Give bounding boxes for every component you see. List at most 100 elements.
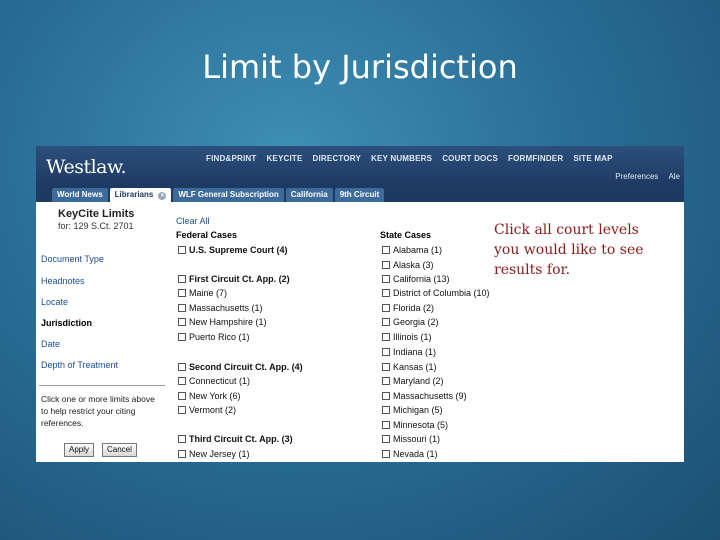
case-checkbox-row[interactable]: Vermont (2) — [178, 405, 236, 415]
checkbox-label: Indiana (1) — [393, 347, 437, 357]
case-checkbox-row[interactable]: Puerto Rico (1) — [178, 332, 250, 342]
checkbox-label: Alabama (1) — [393, 245, 443, 255]
case-checkbox-row[interactable]: Florida (2) — [382, 303, 434, 313]
case-checkbox-row[interactable]: Missouri (1) — [382, 434, 440, 444]
nav-keycite[interactable]: KEYCITE — [266, 154, 302, 163]
checkbox-label: Puerto Rico (1) — [189, 332, 250, 342]
checkbox[interactable] — [178, 392, 186, 400]
checkbox[interactable] — [178, 246, 186, 254]
sidebar-help-text: Click one or more limits above to help r… — [41, 394, 155, 428]
case-checkbox-row[interactable]: Connecticut (1) — [178, 376, 250, 386]
close-tab-icon[interactable]: × — [158, 192, 167, 200]
checkbox[interactable] — [382, 304, 390, 312]
apply-button[interactable]: Apply — [64, 443, 95, 457]
checkbox[interactable] — [178, 377, 186, 385]
sidebar-link-jurisdiction: Jurisdiction — [41, 318, 93, 328]
sidebar-link-document-type[interactable]: Document Type — [41, 254, 104, 264]
sidebar-link-date[interactable]: Date — [41, 339, 60, 349]
checkbox[interactable] — [382, 275, 390, 283]
top-nav: FIND&PRINT KEYCITE DIRECTORY KEY NUMBERS… — [206, 154, 613, 163]
checkbox-label: Maryland (2) — [393, 376, 444, 386]
checkbox-label: Minnesota (5) — [393, 420, 449, 430]
tab-wlf-general[interactable]: WLF General Subscription — [173, 188, 284, 202]
clear-all-link[interactable]: Clear All — [176, 216, 210, 226]
nav-key-numbers[interactable]: KEY NUMBERS — [371, 154, 432, 163]
case-checkbox-row[interactable]: Michigan (5) — [382, 405, 443, 415]
case-checkbox-row[interactable]: Alabama (1) — [382, 245, 442, 255]
case-checkbox-row[interactable]: New York (6) — [178, 391, 241, 401]
preferences-link[interactable]: Preferences — [615, 172, 658, 181]
checkbox[interactable] — [382, 450, 390, 458]
checkbox-label: Georgia (2) — [393, 317, 439, 327]
checkbox-label: Alaska (3) — [393, 260, 434, 270]
sidebar-link-headnotes[interactable]: Headnotes — [41, 276, 85, 286]
checkbox[interactable] — [178, 304, 186, 312]
checkbox[interactable] — [382, 363, 390, 371]
keycite-sidebar: KeyCite Limits for: 129 S.Ct. 2701 Docum… — [36, 202, 168, 462]
case-checkbox-row[interactable]: First Circuit Ct. App. (2) — [178, 274, 290, 284]
checkbox[interactable] — [382, 348, 390, 356]
header-right-links: Preferences Ale — [615, 172, 680, 181]
tab-world-news[interactable]: World News — [52, 188, 108, 202]
checkbox-label: Illinois (1) — [393, 332, 432, 342]
case-checkbox-row[interactable]: Indiana (1) — [382, 347, 436, 357]
case-checkbox-row[interactable]: Second Circuit Ct. App. (4) — [178, 362, 303, 372]
case-checkbox-row[interactable]: Georgia (2) — [382, 317, 439, 327]
slide-title: Limit by Jurisdiction — [202, 48, 518, 86]
checkbox-label: Massachusetts (1) — [189, 303, 263, 313]
checkbox[interactable] — [178, 289, 186, 297]
alerts-link[interactable]: Ale — [668, 172, 680, 181]
checkbox[interactable] — [382, 289, 390, 297]
tab-9th-circuit[interactable]: 9th Circuit — [334, 188, 385, 202]
case-checkbox-row[interactable]: California (13) — [382, 274, 450, 284]
tab-librarians[interactable]: Librarians × — [109, 188, 172, 202]
case-checkbox-row[interactable]: Maine (7) — [178, 288, 227, 298]
sidebar-link-depth-of-treatment[interactable]: Depth of Treatment — [41, 360, 118, 370]
checkbox-label: California (13) — [393, 274, 450, 284]
case-checkbox-row[interactable]: New Hampshire (1) — [178, 317, 267, 327]
checkbox[interactable] — [382, 377, 390, 385]
checkbox[interactable] — [382, 333, 390, 341]
checkbox-label: District of Columbia (10) — [393, 288, 490, 298]
checkbox-label: Missouri (1) — [393, 434, 441, 444]
case-checkbox-row[interactable]: Nevada (1) — [382, 449, 438, 459]
nav-site-map[interactable]: SITE MAP — [573, 154, 612, 163]
checkbox[interactable] — [382, 435, 390, 443]
checkbox[interactable] — [178, 363, 186, 371]
checkbox-label: New Hampshire (1) — [189, 317, 267, 327]
case-checkbox-row[interactable]: U.S. Supreme Court (4) — [178, 245, 288, 255]
checkbox-label: Vermont (2) — [189, 405, 237, 415]
case-checkbox-row[interactable]: Massachusetts (1) — [178, 303, 263, 313]
case-checkbox-row[interactable]: Alaska (3) — [382, 260, 434, 270]
case-checkbox-row[interactable]: Kansas (1) — [382, 362, 437, 372]
nav-formfinder[interactable]: FORMFINDER — [508, 154, 563, 163]
tab-california[interactable]: California — [285, 188, 333, 202]
westlaw-header: Westlaw. FIND&PRINT KEYCITE DIRECTORY KE… — [36, 146, 684, 186]
checkbox[interactable] — [382, 261, 390, 269]
case-checkbox-row[interactable]: Massachusetts (9) — [382, 391, 467, 401]
checkbox[interactable] — [382, 392, 390, 400]
nav-court-docs[interactable]: COURT DOCS — [442, 154, 498, 163]
checkbox[interactable] — [178, 435, 186, 443]
checkbox[interactable] — [178, 318, 186, 326]
case-checkbox-row[interactable]: Illinois (1) — [382, 332, 432, 342]
checkbox-label: Massachusetts (9) — [393, 391, 467, 401]
nav-directory[interactable]: DIRECTORY — [313, 154, 361, 163]
case-checkbox-row[interactable]: New Jersey (1) — [178, 449, 250, 459]
checkbox[interactable] — [178, 333, 186, 341]
checkbox[interactable] — [382, 421, 390, 429]
checkbox[interactable] — [382, 406, 390, 414]
cancel-button[interactable]: Cancel — [102, 443, 137, 457]
checkbox[interactable] — [178, 406, 186, 414]
checkbox[interactable] — [382, 246, 390, 254]
sidebar-link-locate[interactable]: Locate — [41, 297, 68, 307]
case-checkbox-row[interactable]: Third Circuit Ct. App. (3) — [178, 434, 293, 444]
checkbox-label: Kansas (1) — [393, 362, 437, 372]
checkbox[interactable] — [178, 450, 186, 458]
case-checkbox-row[interactable]: District of Columbia (10) — [382, 288, 490, 298]
nav-findprint[interactable]: FIND&PRINT — [206, 154, 256, 163]
case-checkbox-row[interactable]: Maryland (2) — [382, 376, 444, 386]
case-checkbox-row[interactable]: Minnesota (5) — [382, 420, 448, 430]
checkbox[interactable] — [178, 275, 186, 283]
checkbox[interactable] — [382, 318, 390, 326]
